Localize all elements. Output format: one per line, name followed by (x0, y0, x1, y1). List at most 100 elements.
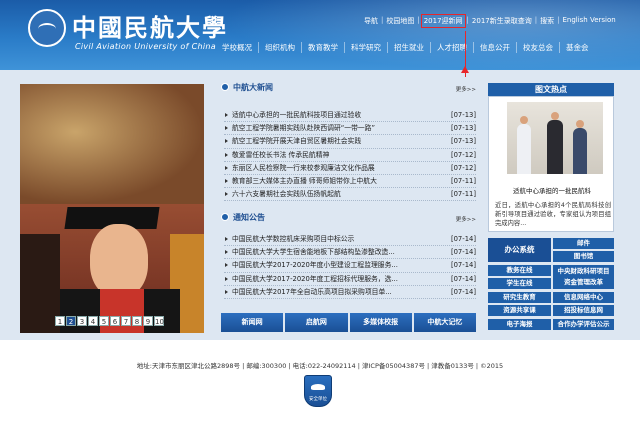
list-item[interactable]: 中国民航大学2017-2020年度工程招标代理服务，选... [07-14] (224, 273, 476, 286)
notice-title[interactable]: 中国民航大学数控机床采购项目中标公示 (232, 233, 442, 245)
joint-program-button[interactable]: 合作办学评估公示 (553, 319, 614, 330)
nav-item-jobs[interactable]: 人才招聘 (430, 42, 473, 53)
notice-list: 中国民航大学数控机床采购项目中标公示 [07-14] 中国民航大学大学生宿舍能地板… (224, 233, 476, 299)
list-item[interactable]: 中国民航大学大学生宿舍能地板下部结构坠渗整改造... [07-14] (224, 246, 476, 260)
graduation-photo[interactable] (20, 84, 204, 333)
top-link-search[interactable]: 搜索 (540, 16, 554, 26)
picture-news-description: 近日，适航中心承担的4个民航局科技创新引导项目通过验收，专家组认为项目组完成内容… (495, 202, 611, 227)
slider-page-10[interactable]: 10 (154, 316, 164, 326)
slider-page-5[interactable]: 5 (99, 316, 109, 326)
photo-slider-pager: 1 2 3 4 5 6 7 8 9 10 (55, 316, 164, 326)
logo-chinese-title[interactable]: 中國民航大學 (72, 8, 228, 43)
multimedia-paper-button[interactable]: 多媒体校报 (349, 313, 412, 332)
slider-page-9[interactable]: 9 (143, 316, 153, 326)
list-item[interactable]: 适航中心承担的一批民航科技项目通过验收 [07-13] (224, 109, 476, 123)
top-link-admission-query[interactable]: 2017新生录取查询 (472, 16, 532, 26)
list-item[interactable]: 航空工程学院暑期实践队赴陕西调研“一带一路” [07-13] (224, 122, 476, 136)
nav-item-alumni[interactable]: 校友总会 (516, 42, 559, 53)
news-title[interactable]: 六十六支暑期社会实践队伍扬帆起航 (232, 188, 442, 200)
news-section-title[interactable]: 中航大新闻 (233, 82, 273, 93)
slider-page-7[interactable]: 7 (121, 316, 131, 326)
notice-title[interactable]: 中国民航大学大学生宿舍能地板下部结构坠渗整改造... (232, 246, 442, 258)
top-link-nav[interactable]: 导航 (364, 16, 378, 26)
photo-figure-left (20, 234, 60, 333)
qihang-site-button[interactable]: 启航网 (285, 313, 348, 332)
academic-affairs-button[interactable]: 教务在线 (488, 265, 551, 276)
list-item[interactable]: 东丽区人民检察院一行来校参观廉洁文化作品展 [07-12] (224, 162, 476, 175)
plane-icon (311, 384, 325, 390)
news-more-link[interactable]: 更多>> (456, 85, 476, 93)
library-button[interactable]: 图书馆 (553, 251, 614, 262)
news-date: [07-13] (450, 137, 476, 146)
notice-title[interactable]: 中国民航大学2017-2020年度工程招标代理服务，选... (232, 273, 442, 285)
picture-news-box: 适航中心承担的一批民航科 近日，适航中心承担的4个民航局科技创新引导项目通过验收… (488, 96, 614, 232)
top-link-welcome-site[interactable]: 2017迎新网 (420, 14, 466, 28)
news-title[interactable]: 航空工程学院开展天津自贸区暑期社会实践 (232, 135, 442, 147)
news-site-button[interactable]: 新闻网 (221, 313, 284, 332)
nav-item-organization[interactable]: 组织机构 (258, 42, 301, 53)
nav-item-info[interactable]: 信息公开 (473, 42, 516, 53)
top-link-campus-map[interactable]: 校园地图 (386, 16, 414, 26)
slider-page-8[interactable]: 8 (132, 316, 142, 326)
nav-item-about[interactable]: 学校概况 (216, 42, 258, 53)
photo-person (547, 120, 563, 174)
notice-date: [07-14] (450, 287, 476, 296)
notice-title[interactable]: 中国民航大学2017-2020年度小型建设工程监理服务... (232, 259, 442, 271)
main-navigation: 学校概况 组织机构 教育教学 科学研究 招生就业 人才招聘 信息公开 校友总会 … (216, 42, 595, 53)
nav-item-admission[interactable]: 招生就业 (387, 42, 430, 53)
list-item[interactable]: 航空工程学院开展天津自贸区暑期社会实践 [07-13] (224, 135, 476, 149)
notice-date: [07-14] (450, 248, 476, 257)
news-date: [07-13] (450, 124, 476, 133)
nav-item-education[interactable]: 教育教学 (301, 42, 344, 53)
picture-news-image[interactable] (507, 102, 603, 174)
nav-item-research[interactable]: 科学研究 (344, 42, 387, 53)
slider-page-3[interactable]: 3 (77, 316, 87, 326)
list-item[interactable]: 中国民航大学2017年全自动乐高项目拟采购项目单... [07-14] (224, 286, 476, 299)
office-system-button[interactable]: 办公系统 (488, 238, 551, 262)
student-online-button[interactable]: 学生在线 (488, 278, 551, 289)
portal-buttons: 新闻网 启航网 多媒体校报 中航大记忆 (221, 313, 476, 332)
notice-more-link[interactable]: 更多>> (456, 215, 476, 223)
notice-title[interactable]: 中国民航大学2017年全自动乐高项目拟采购项目单... (232, 286, 442, 298)
list-item[interactable]: 教育部三大媒体主办直播 师哥师姐带你上中航大 [07-11] (224, 175, 476, 189)
news-date: [07-12] (450, 163, 476, 172)
nav-item-foundation[interactable]: 基金会 (559, 42, 595, 53)
divider: | (381, 16, 384, 24)
slider-page-1[interactable]: 1 (55, 316, 65, 326)
list-item[interactable]: 六十六支暑期社会实践队伍扬帆起航 [07-11] (224, 188, 476, 202)
graduate-education-button[interactable]: 研究生教育 (488, 292, 551, 303)
news-title[interactable]: 敬爱雷任校长书法 传承民航精神 (232, 149, 442, 161)
photo-person (517, 124, 531, 174)
photo-person-head (520, 116, 528, 124)
top-link-english[interactable]: English Version (562, 16, 615, 26)
network-center-button[interactable]: 信息网络中心 (553, 292, 614, 303)
badge-label: 安全单位 (309, 397, 327, 402)
news-title[interactable]: 适航中心承担的一批民航科技项目通过验收 (232, 109, 442, 121)
news-title[interactable]: 航空工程学院暑期实践队赴陕西调研“一带一路” (232, 122, 442, 134)
research-funding-button[interactable]: 中央财政科研项目资金管理改革 (553, 265, 614, 289)
news-title[interactable]: 东丽区人民检察院一行来校参观廉洁文化作品展 (232, 162, 442, 174)
slider-page-2[interactable]: 2 (66, 316, 76, 326)
list-item[interactable]: 中国民航大学数控机床采购项目中标公示 [07-14] (224, 233, 476, 247)
university-seal-icon[interactable] (28, 9, 66, 47)
memory-button[interactable]: 中航大记忆 (413, 313, 476, 332)
bidding-info-button[interactable]: 招投标信息网 (553, 305, 614, 316)
notice-date: [07-14] (450, 261, 476, 270)
news-date: [07-12] (450, 150, 476, 159)
photo-person-head (576, 120, 584, 128)
list-item[interactable]: 敬爱雷任校长书法 传承民航精神 [07-12] (224, 149, 476, 162)
divider: | (466, 16, 469, 24)
shared-courses-button[interactable]: 资源共享课 (488, 305, 551, 316)
news-title[interactable]: 教育部三大媒体主办直播 师哥师姐带你上中航大 (232, 175, 442, 187)
safety-badge-icon[interactable]: 安全单位 (304, 375, 332, 407)
picture-news-header: 图文热点 (488, 83, 614, 96)
picture-news-caption[interactable]: 适航中心承担的一批民航科 (493, 185, 611, 195)
notice-section-title[interactable]: 通知公告 (233, 212, 265, 223)
slider-page-6[interactable]: 6 (110, 316, 120, 326)
news-section-header: 中航大新闻 更多>> (221, 82, 476, 94)
list-item[interactable]: 中国民航大学2017-2020年度小型建设工程监理服务... [07-14] (224, 259, 476, 273)
logo-english-title[interactable]: Civil Aviation University of China (75, 42, 216, 51)
e-poster-button[interactable]: 电子海报 (488, 319, 551, 330)
mail-button[interactable]: 邮件 (553, 238, 614, 249)
slider-page-4[interactable]: 4 (88, 316, 98, 326)
